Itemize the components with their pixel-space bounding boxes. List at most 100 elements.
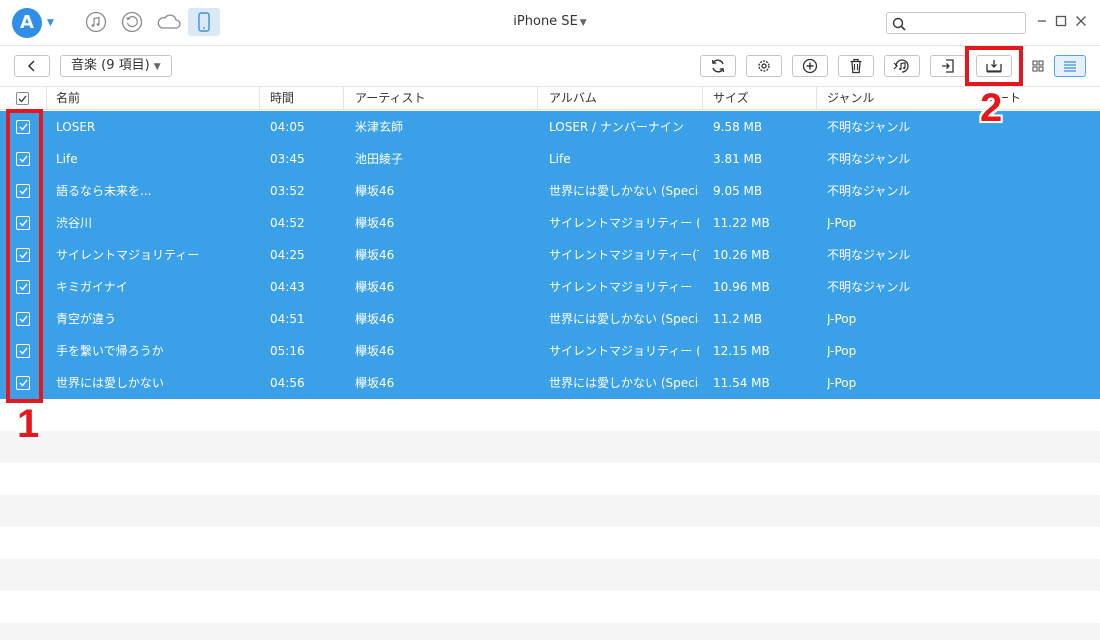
column-header-name[interactable]: 名前 (56, 87, 256, 111)
checkmark-icon (18, 95, 27, 102)
cell-size: 12.15 MB (713, 344, 770, 358)
logo-menu-caret-icon[interactable]: ▼ (47, 18, 54, 28)
category-select[interactable]: 音楽 (9 項目) ▼ (60, 55, 172, 77)
cell-genre: 不明なジャンル (827, 280, 911, 294)
cell-time: 04:51 (270, 312, 305, 326)
delete-icon (850, 58, 862, 74)
grid-view-button[interactable] (1022, 55, 1054, 77)
cell-genre: 不明なジャンル (827, 184, 911, 198)
cell-name: LOSER (56, 120, 96, 134)
cell-genre: J-Pop (827, 344, 857, 358)
column-header-size[interactable]: サイズ (713, 87, 813, 111)
cell-time: 05:16 (270, 344, 305, 358)
cell-time: 04:05 (270, 120, 305, 134)
empty-row (0, 431, 1100, 463)
cell-time: 04:25 (270, 248, 305, 262)
cell-name: 青空が違う (56, 312, 117, 326)
cell-name: 語るなら未来を... (56, 184, 152, 198)
cell-name: キミガイナイ (56, 280, 128, 294)
table-row[interactable]: 青空が違う 04:51 欅坂46 世界には愛しかない (Specia... 11.2 M… (0, 303, 1100, 335)
export-to-device-button[interactable] (930, 55, 966, 77)
cell-album: サイレントマジョリティー (Spec... (549, 344, 699, 358)
search-field[interactable] (886, 12, 1026, 34)
maximize-icon[interactable] (1054, 14, 1068, 28)
cell-album: サイレントマジョリティー (Spec... (549, 216, 699, 230)
table-row[interactable]: 語るなら未来を... 03:52 欅坂46 世界には愛しかない (Specia... 9… (0, 175, 1100, 207)
cell-artist: 欅坂46 (355, 280, 395, 294)
cell-size: 3.81 MB (713, 152, 763, 166)
delete-button[interactable] (838, 55, 874, 77)
table-header: 名前 時間 アーティスト アルバム サイズ ジャンル レート (0, 86, 1100, 110)
cell-album: 世界には愛しかない (Specia... (549, 312, 699, 326)
chevron-left-icon (27, 60, 35, 72)
empty-row (0, 495, 1100, 527)
cell-time: 04:56 (270, 376, 305, 390)
cell-genre: 不明なジャンル (827, 120, 911, 134)
cell-name: 世界には愛しかない (56, 376, 165, 390)
table-row[interactable]: 世界には愛しかない 04:56 欅坂46 世界には愛しかない (Specia... 11… (0, 367, 1100, 399)
add-to-itunes-icon (893, 59, 909, 73)
device-title[interactable]: iPhone SE ▼ (490, 14, 610, 29)
cell-artist: 欅坂46 (355, 344, 395, 358)
cell-album: LOSER / ナンバーナイン (549, 120, 684, 134)
cell-artist: 米津玄師 (355, 120, 404, 134)
column-header-album[interactable]: アルバム (549, 87, 699, 111)
cell-artist: 欅坂46 (355, 216, 395, 230)
close-icon[interactable] (1074, 14, 1088, 28)
table-row[interactable]: サイレントマジョリティー 04:25 欅坂46 サイレントマジョリティー(TYPE..… (0, 239, 1100, 271)
cell-album: Life (549, 152, 571, 166)
cell-time: 04:52 (270, 216, 305, 230)
history-icon[interactable] (120, 10, 144, 34)
table-row[interactable]: LOSER 04:05 米津玄師 LOSER / ナンバーナイン 9.58 MB 不明なジ… (0, 111, 1100, 143)
add-button[interactable] (792, 55, 828, 77)
song-list: LOSER 04:05 米津玄師 LOSER / ナンバーナイン 9.58 MB 不明なジ… (0, 111, 1100, 640)
column-header-genre[interactable]: ジャンル (827, 87, 947, 111)
cell-genre: 不明なジャンル (827, 152, 911, 166)
add-icon (802, 58, 818, 74)
search-input[interactable] (913, 15, 1021, 31)
annotation-step-2: 2 (980, 86, 1003, 130)
grid-view-icon (1032, 60, 1044, 72)
music-icon[interactable] (84, 10, 108, 34)
cell-album: 世界には愛しかない (Specia... (549, 184, 699, 198)
column-header-time[interactable]: 時間 (270, 87, 340, 111)
cell-time: 03:52 (270, 184, 305, 198)
phone-icon[interactable] (188, 8, 220, 36)
cell-name: サイレントマジョリティー (56, 248, 200, 262)
refresh-button[interactable] (700, 55, 736, 77)
empty-row (0, 559, 1100, 591)
empty-row (0, 527, 1100, 559)
cell-album: サイレントマジョリティー (549, 280, 693, 294)
table-row[interactable]: キミガイナイ 04:43 欅坂46 サイレントマジョリティー 10.96 MB 不明なジャ… (0, 271, 1100, 303)
list-view-button[interactable] (1054, 55, 1086, 77)
column-header-artist[interactable]: アーティスト (355, 87, 535, 111)
table-row[interactable]: 手を繋いで帰ろうか 05:16 欅坂46 サイレントマジョリティー (Spec... 1… (0, 335, 1100, 367)
cell-genre: 不明なジャンル (827, 248, 911, 262)
search-icon (892, 16, 906, 35)
cloud-icon[interactable] (155, 10, 183, 34)
chevron-down-icon: ▼ (579, 18, 587, 28)
cell-artist: 池田綾子 (355, 152, 404, 166)
cell-artist: 欅坂46 (355, 312, 395, 326)
select-all-checkbox[interactable] (16, 92, 29, 105)
table-row[interactable]: 渋谷川 04:52 欅坂46 サイレントマジョリティー (Spec... 11.22 M… (0, 207, 1100, 239)
anytrans-logo[interactable]: A (12, 8, 42, 38)
settings-icon (758, 60, 770, 72)
category-select-label: 音楽 (9 項目) (71, 58, 150, 73)
cell-genre: J-Pop (827, 216, 857, 230)
annotation-step-1: 1 (17, 402, 40, 446)
toolbar: 音楽 (9 項目) ▼ (0, 46, 1100, 86)
table-row[interactable]: Life 03:45 池田綾子 Life 3.81 MB 不明なジャンル (0, 143, 1100, 175)
cell-size: 10.26 MB (713, 248, 770, 262)
cell-time: 03:45 (270, 152, 305, 166)
cell-album: 世界には愛しかない (Specia... (549, 376, 699, 390)
cell-size: 11.22 MB (713, 216, 770, 230)
back-button[interactable] (14, 55, 50, 77)
device-title-label: iPhone SE (513, 14, 578, 29)
add-to-itunes-button[interactable] (884, 55, 920, 77)
minimize-icon[interactable] (1035, 14, 1049, 28)
empty-row (0, 591, 1100, 623)
cell-size: 9.58 MB (713, 120, 763, 134)
settings-button[interactable] (746, 55, 782, 77)
cell-genre: J-Pop (827, 376, 857, 390)
